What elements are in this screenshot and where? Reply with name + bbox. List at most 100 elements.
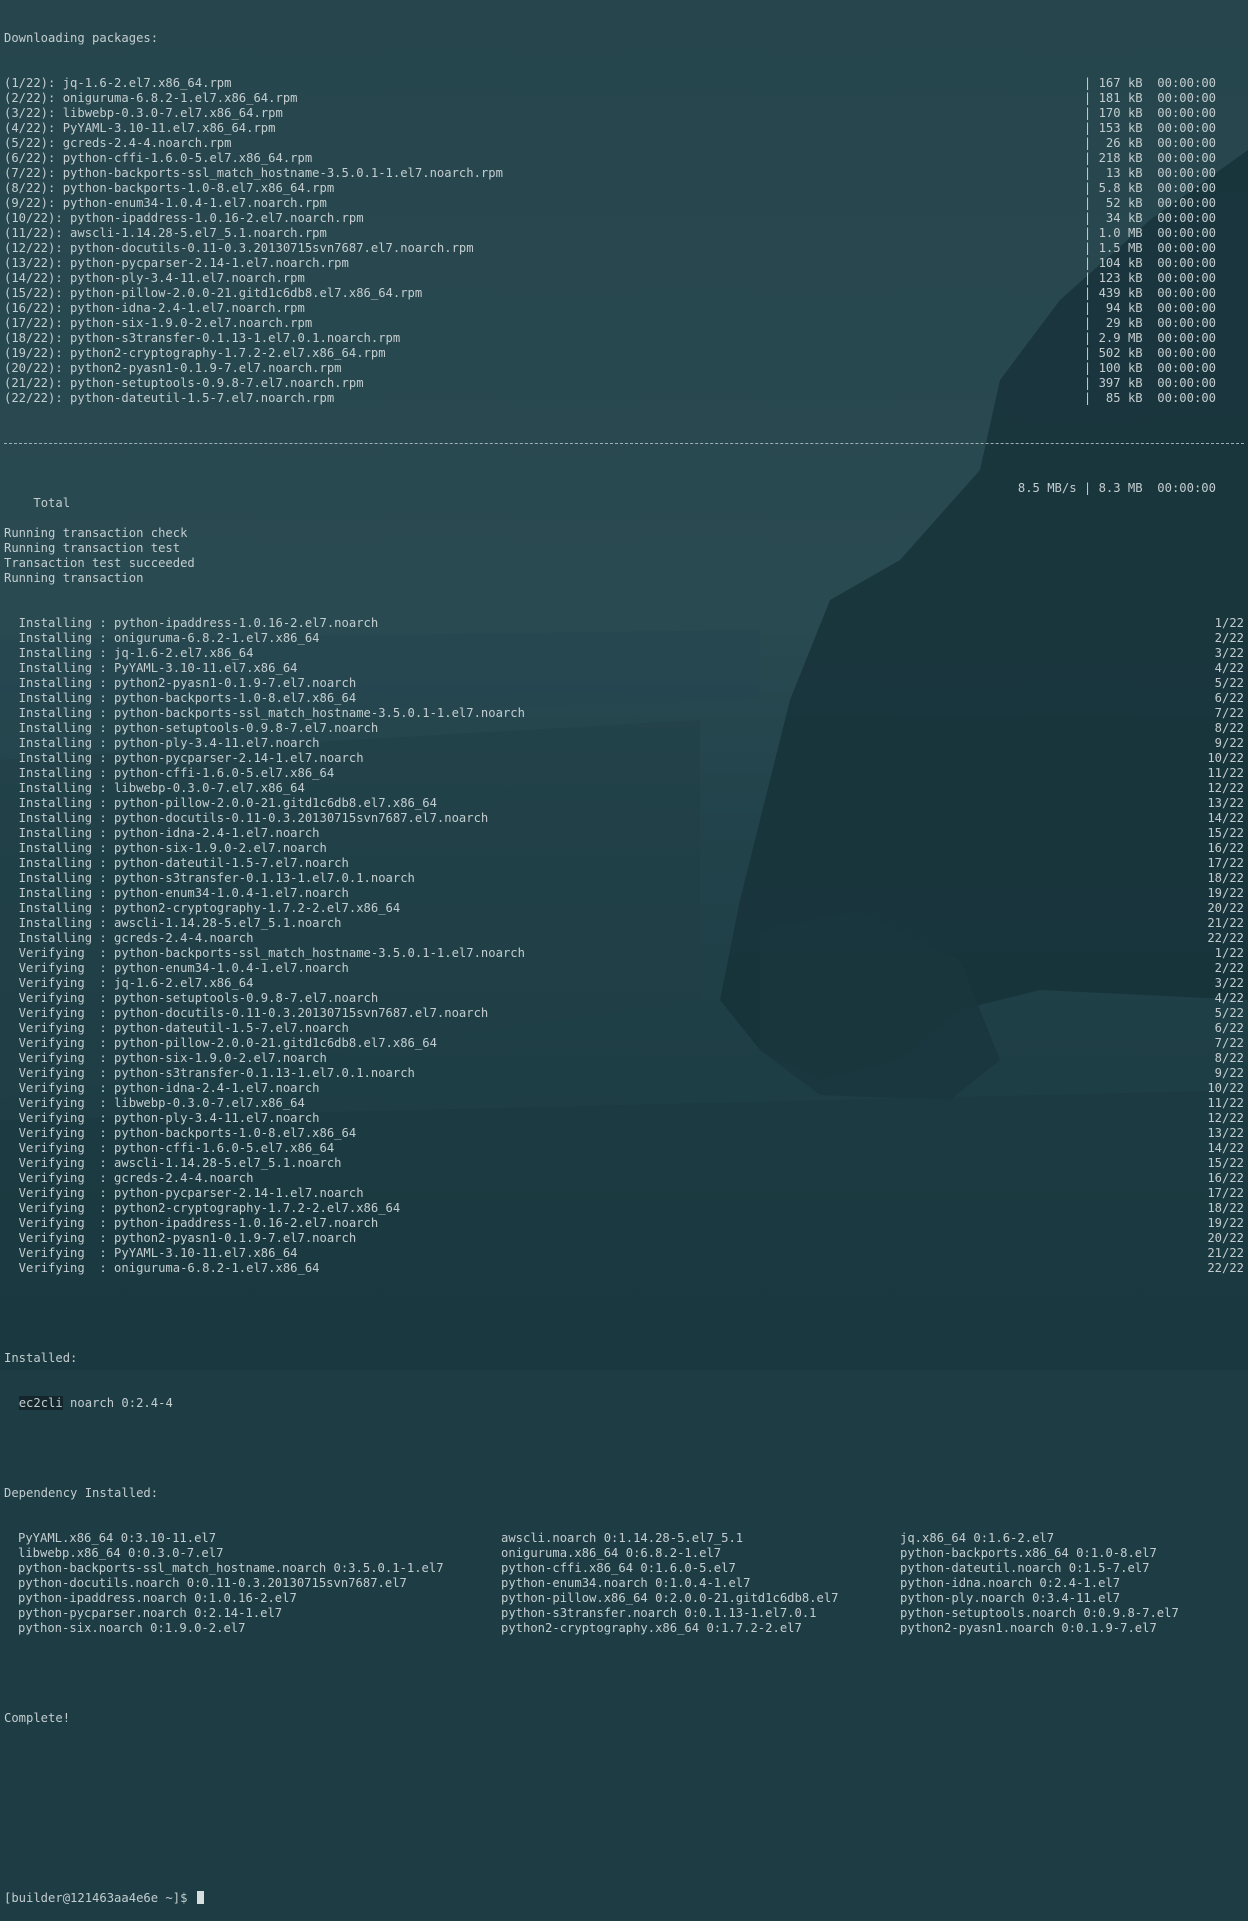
status-line: Running transaction check [4, 526, 188, 540]
download-name: (9/22): python-enum34-1.0.4-1.el7.noarch… [4, 196, 327, 210]
dependency-item: python-backports.x86_64 0:1.0-8.el7 [900, 1546, 1157, 1560]
download-info: | 26 kB 00:00:00 [1083, 136, 1216, 150]
step-text: Verifying : PyYAML-3.10-11.el7.x86_64 [4, 1246, 298, 1260]
step-count: 22/22 [1207, 1261, 1244, 1275]
step-text: Verifying : python-enum34-1.0.4-1.el7.no… [4, 961, 349, 975]
download-info: | 100 kB 00:00:00 [1083, 361, 1216, 375]
step-text: Installing : python-setuptools-0.9.8-7.e… [4, 721, 379, 735]
download-row: (6/22): python-cffi-1.6.0-5.el7.x86_64.r… [4, 151, 1244, 166]
download-row: (2/22): oniguruma-6.8.2-1.el7.x86_64.rpm… [4, 91, 1244, 106]
step-text: Verifying : python-pycparser-2.14-1.el7.… [4, 1186, 364, 1200]
step-text: Verifying : python-cffi-1.6.0-5.el7.x86_… [4, 1141, 335, 1155]
separator-line [4, 436, 1244, 451]
download-name: (16/22): python-idna-2.4-1.el7.noarch.rp… [4, 301, 305, 315]
dependency-item: python-backports-ssl_match_hostname.noar… [18, 1561, 444, 1575]
step-text: Installing : awscli-1.14.28-5.el7_5.1.no… [4, 916, 342, 930]
total-info: 8.5 MB/s | 8.3 MB 00:00:00 [1017, 481, 1216, 495]
step-row: Verifying : python-cffi-1.6.0-5.el7.x86_… [4, 1141, 1244, 1156]
download-name: (20/22): python2-pyasn1-0.1.9-7.el7.noar… [4, 361, 342, 375]
step-text: Installing : python-cffi-1.6.0-5.el7.x86… [4, 766, 335, 780]
download-row: (12/22): python-docutils-0.11-0.3.201307… [4, 241, 1244, 256]
dependency-item: python-docutils.noarch 0:0.11-0.3.201307… [18, 1576, 407, 1590]
step-text: Installing : python-enum34-1.0.4-1.el7.n… [4, 886, 349, 900]
download-info: | 13 kB 00:00:00 [1083, 166, 1216, 180]
step-count: 12/22 [1207, 1111, 1244, 1125]
dependency-row: libwebp.x86_64 0:0.3.0-7.el7 oniguruma.x8… [4, 1546, 1244, 1561]
step-row: Installing : python-ply-3.4-11.el7.noarc… [4, 736, 1244, 751]
command-prompt[interactable]: [builder@121463aa4e6e ~]$ [4, 1891, 1244, 1906]
step-text: Installing : python-backports-ssl_match_… [4, 706, 525, 720]
download-row: (22/22): python-dateutil-1.5-7.el7.noarc… [4, 391, 1244, 406]
total-label: Total [33, 496, 71, 510]
step-text: Verifying : python-pillow-2.0.0-21.gitd1… [4, 1036, 437, 1050]
step-text: Verifying : python-docutils-0.11-0.3.201… [4, 1006, 489, 1020]
download-row: (20/22): python2-pyasn1-0.1.9-7.el7.noar… [4, 361, 1244, 376]
step-row: Verifying : python2-pyasn1-0.1.9-7.el7.n… [4, 1231, 1244, 1246]
step-count: 16/22 [1207, 841, 1244, 855]
step-row: Verifying : python-backports-1.0-8.el7.x… [4, 1126, 1244, 1141]
dependency-item: python-setuptools.noarch 0:0.9.8-7.el7 [900, 1606, 1179, 1620]
download-row: (9/22): python-enum34-1.0.4-1.el7.noarch… [4, 196, 1244, 211]
prompt-text: [builder@121463aa4e6e ~]$ [4, 1891, 188, 1905]
step-count: 18/22 [1207, 1201, 1244, 1215]
dependency-item: python-s3transfer.noarch 0:0.1.13-1.el7.… [501, 1606, 817, 1620]
total-line: Total 8.5 MB/s | 8.3 MB 00:00:00 [4, 481, 1244, 510]
dependency-table: PyYAML.x86_64 0:3.10-11.el7 awscli.noarch… [4, 1531, 1244, 1636]
step-text: Verifying : python-s3transfer-0.1.13-1.e… [4, 1066, 415, 1080]
step-count: 22/22 [1207, 931, 1244, 945]
download-name: (6/22): python-cffi-1.6.0-5.el7.x86_64.r… [4, 151, 313, 165]
step-row: Verifying : python-six-1.9.0-2.el7.noarc… [4, 1051, 1244, 1066]
step-count: 11/22 [1207, 1096, 1244, 1110]
step-count: 21/22 [1207, 1246, 1244, 1260]
step-row: Verifying : python-docutils-0.11-0.3.201… [4, 1006, 1244, 1021]
step-count: 4/22 [1214, 661, 1244, 675]
step-count: 3/22 [1214, 646, 1244, 660]
dependency-label: Dependency Installed: [4, 1486, 159, 1500]
dependency-item: libwebp.x86_64 0:0.3.0-7.el7 [18, 1546, 224, 1560]
step-count: 3/22 [1214, 976, 1244, 990]
step-count: 5/22 [1214, 1006, 1244, 1020]
dependency-item: oniguruma.x86_64 0:6.8.2-1.el7 [501, 1546, 722, 1560]
step-count: 5/22 [1214, 676, 1244, 690]
step-row: Verifying : python-pillow-2.0.0-21.gitd1… [4, 1036, 1244, 1051]
step-row: Verifying : awscli-1.14.28-5.el7_5.1.noa… [4, 1156, 1244, 1171]
step-count: 18/22 [1207, 871, 1244, 885]
download-info: | 439 kB 00:00:00 [1083, 286, 1216, 300]
download-row: (11/22): awscli-1.14.28-5.el7_5.1.noarch… [4, 226, 1244, 241]
step-row: Installing : python-dateutil-1.5-7.el7.n… [4, 856, 1244, 871]
step-count: 12/22 [1207, 781, 1244, 795]
step-count: 19/22 [1207, 1216, 1244, 1230]
step-text: Installing : python2-cryptography-1.7.2-… [4, 901, 401, 915]
dependency-item: python-idna.noarch 0:2.4-1.el7 [900, 1576, 1121, 1590]
step-row: Installing : python-six-1.9.0-2.el7.noar… [4, 841, 1244, 856]
step-text: Installing : libwebp-0.3.0-7.el7.x86_64 [4, 781, 305, 795]
step-row: Installing : python-cffi-1.6.0-5.el7.x86… [4, 766, 1244, 781]
terminal-output: Downloading packages: (1/22): jq-1.6-2.e… [4, 1, 1244, 1921]
step-count: 8/22 [1214, 1051, 1244, 1065]
step-row: Verifying : python-idna-2.4-1.el7.noarch… [4, 1081, 1244, 1096]
step-text: Installing : python-docutils-0.11-0.3.20… [4, 811, 489, 825]
step-text: Verifying : python-dateutil-1.5-7.el7.no… [4, 1021, 349, 1035]
step-row: Installing : python-s3transfer-0.1.13-1.… [4, 871, 1244, 886]
step-text: Installing : python-six-1.9.0-2.el7.noar… [4, 841, 327, 855]
installed-version: noarch 0:2.4-4 [62, 1396, 173, 1410]
step-count: 10/22 [1207, 751, 1244, 765]
step-count: 11/22 [1207, 766, 1244, 780]
step-count: 2/22 [1214, 631, 1244, 645]
step-row: Verifying : python-backports-ssl_match_h… [4, 946, 1244, 961]
download-info: | 85 kB 00:00:00 [1083, 391, 1216, 405]
installed-package: ec2cli [18, 1396, 63, 1410]
status-line: Running transaction test [4, 541, 181, 555]
step-text: Installing : PyYAML-3.10-11.el7.x86_64 [4, 661, 298, 675]
download-row: (19/22): python2-cryptography-1.7.2-2.el… [4, 346, 1244, 361]
download-info: | 29 kB 00:00:00 [1083, 316, 1216, 330]
step-text: Installing : python-pycparser-2.14-1.el7… [4, 751, 364, 765]
step-row: Verifying : python-pycparser-2.14-1.el7.… [4, 1186, 1244, 1201]
step-text: Verifying : python2-cryptography-1.7.2-2… [4, 1201, 401, 1215]
step-row: Installing : python-docutils-0.11-0.3.20… [4, 811, 1244, 826]
download-info: | 502 kB 00:00:00 [1083, 346, 1216, 360]
dependency-item: python-pycparser.noarch 0:2.14-1.el7 [18, 1606, 283, 1620]
step-count: 10/22 [1207, 1081, 1244, 1095]
step-text: Installing : gcreds-2.4-4.noarch [4, 931, 254, 945]
download-row: (16/22): python-idna-2.4-1.el7.noarch.rp… [4, 301, 1244, 316]
